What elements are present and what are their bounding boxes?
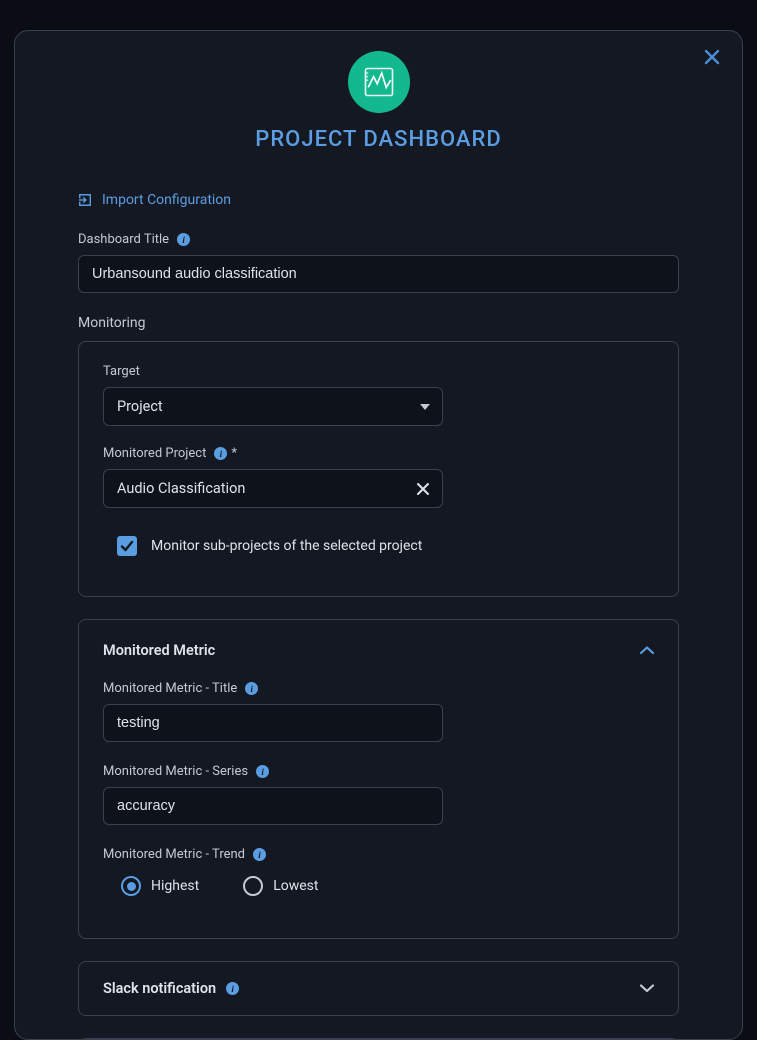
close-button[interactable]	[700, 45, 724, 69]
metric-trend-radio-group: Highest Lowest	[103, 876, 654, 896]
info-icon[interactable]: i	[226, 982, 239, 995]
metric-series-input[interactable]	[103, 787, 443, 825]
radio-button-icon	[243, 876, 263, 896]
project-dashboard-modal: PROJECT DASHBOARD Import Configuration D…	[14, 30, 743, 1040]
radio-button-icon	[121, 876, 141, 896]
caret-down-icon	[420, 404, 430, 410]
monitor-subprojects-checkbox[interactable]	[117, 536, 137, 556]
info-icon[interactable]: i	[245, 682, 258, 695]
radio-lowest[interactable]: Lowest	[243, 876, 318, 896]
monitoring-section-label: Monitoring	[78, 315, 679, 331]
metric-title-label: Monitored Metric - Title i	[103, 681, 654, 696]
info-icon[interactable]: i	[253, 848, 266, 861]
dashboard-title-input[interactable]	[78, 255, 679, 293]
metric-title-input[interactable]	[103, 704, 443, 742]
monitored-project-select[interactable]: Audio Classification	[103, 469, 443, 508]
import-icon	[78, 193, 92, 207]
close-icon	[700, 45, 724, 69]
dashboard-chart-icon	[348, 51, 410, 113]
monitored-metric-panel-header[interactable]: Monitored Metric	[103, 642, 654, 659]
chevron-up-icon	[640, 646, 654, 655]
target-label: Target	[103, 364, 654, 379]
info-icon[interactable]: i	[177, 233, 190, 246]
clear-selection-button[interactable]	[416, 482, 430, 496]
info-icon[interactable]: i	[256, 765, 269, 778]
import-configuration-link[interactable]: Import Configuration	[78, 192, 231, 208]
slack-panel-header[interactable]: Slack notification i	[103, 980, 654, 997]
modal-title: PROJECT DASHBOARD	[78, 127, 679, 152]
monitored-metric-title: Monitored Metric	[103, 642, 215, 659]
import-link-label: Import Configuration	[102, 192, 231, 208]
metric-trend-label: Monitored Metric - Trend i	[103, 847, 654, 862]
slack-panel-title: Slack notification i	[103, 980, 239, 997]
chevron-down-icon	[640, 984, 654, 993]
dashboard-title-label: Dashboard Title i	[78, 232, 679, 247]
monitored-metric-panel: Monitored Metric Monitored Metric - Titl…	[78, 619, 679, 939]
target-select[interactable]: Project	[103, 387, 443, 426]
info-icon[interactable]: i	[214, 447, 227, 460]
monitoring-panel: Target Project Monitored Project i* Audi…	[78, 341, 679, 597]
monitored-project-label: Monitored Project i*	[103, 446, 654, 461]
check-icon	[120, 539, 134, 553]
monitor-subprojects-row: Monitor sub-projects of the selected pro…	[103, 536, 654, 556]
slack-notification-panel: Slack notification i	[78, 961, 679, 1016]
metric-series-label: Monitored Metric - Series i	[103, 764, 654, 779]
radio-highest[interactable]: Highest	[121, 876, 199, 896]
monitor-subprojects-label: Monitor sub-projects of the selected pro…	[151, 538, 422, 554]
modal-header: PROJECT DASHBOARD	[78, 51, 679, 152]
